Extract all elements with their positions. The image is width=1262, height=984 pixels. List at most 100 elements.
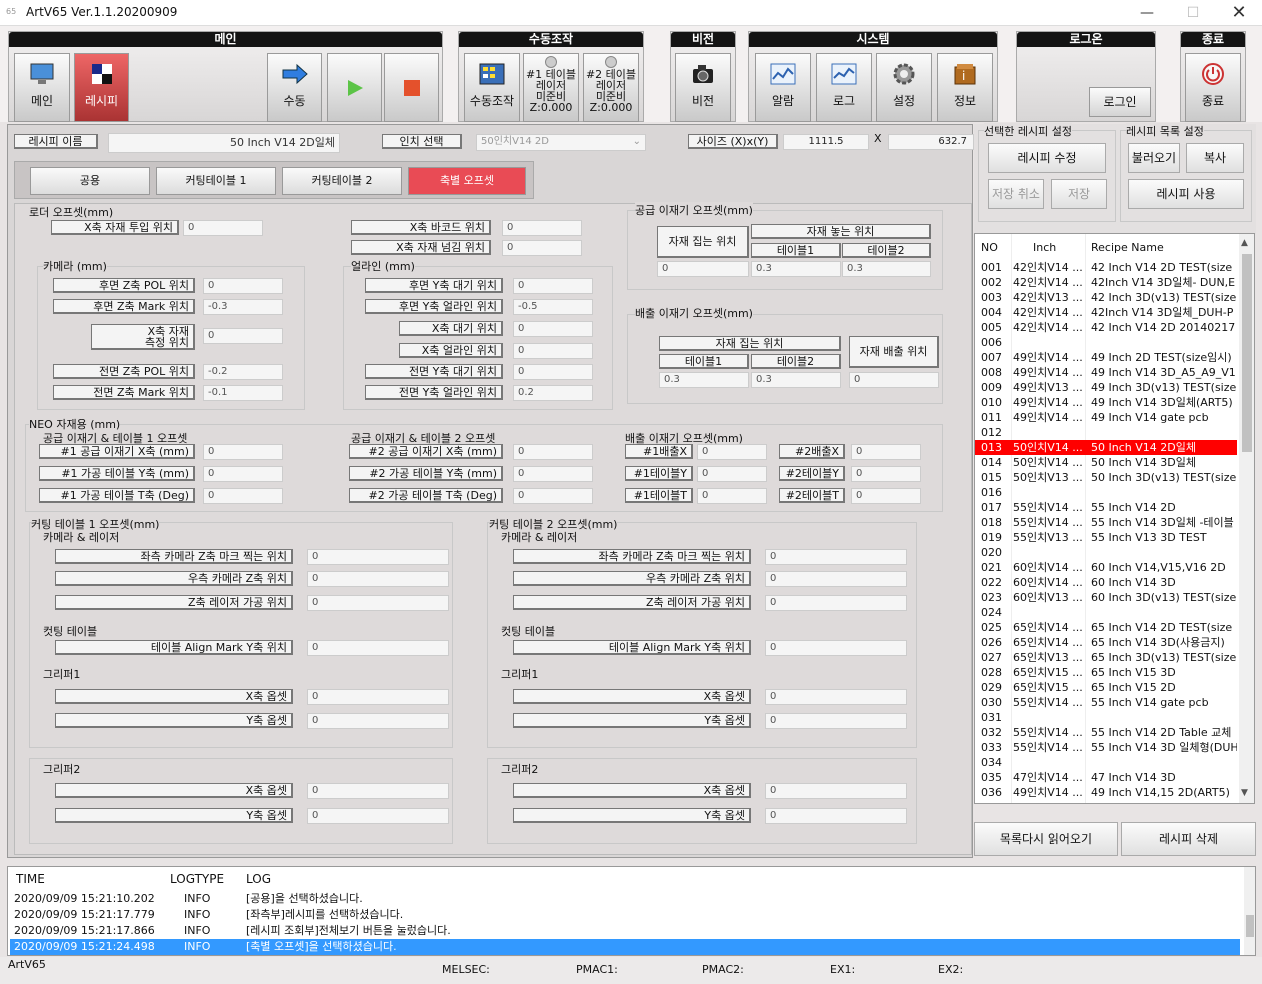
recipe-list-row[interactable]: 020	[975, 545, 1237, 560]
log-table[interactable]: TIME LOGTYPE LOG 2020/09/09 15:21:10.202…	[7, 866, 1256, 956]
recipe-list-row[interactable]: 009 49인치V13 ... 49 Inch 3D(v13) TEST(size	[975, 380, 1237, 395]
align-row-input[interactable]: 0	[513, 364, 593, 380]
ct-row-input[interactable]: 0	[307, 549, 449, 565]
recipe-list-row[interactable]: 021 60인치V14 ... 60 Inch V14,V15,V16 2D	[975, 560, 1237, 575]
recipe-list-row[interactable]: 026 65인치V14 ... 65 Inch V14 3D(사용금지)	[975, 635, 1237, 650]
recipe-list-row[interactable]: 001 42인치V14 ... 42 Inch V14 2D TEST(size	[975, 260, 1237, 275]
recipe-list-row[interactable]: 030 55인치V14 ... 55 Inch V14 gate pcb	[975, 695, 1237, 710]
main-button[interactable]: 메인	[14, 53, 70, 122]
recipe-list-row[interactable]: 023 60인치V13 ... 60 Inch 3D(v13) TEST(size	[975, 590, 1237, 605]
recipe-button[interactable]: 레시피	[74, 53, 129, 122]
recipe-list-row[interactable]: 012	[975, 425, 1237, 440]
ct-row-input[interactable]: 0	[765, 783, 907, 799]
save-button[interactable]: 저장	[1051, 179, 1107, 209]
neo-table2-input[interactable]: 0	[513, 488, 593, 504]
settings-button[interactable]: 설정	[876, 53, 932, 122]
ct-row-input[interactable]: 0	[307, 713, 449, 729]
recipe-list-row[interactable]: 024	[975, 605, 1237, 620]
align-row-input[interactable]: -0.5	[513, 299, 593, 315]
unload-table2-input[interactable]: 0.3	[751, 372, 841, 388]
recipe-list-row[interactable]: 027 65인치V13 ... 65 Inch 3D(v13) TEST(size	[975, 650, 1237, 665]
camera-row-input[interactable]: -0.2	[203, 364, 283, 380]
recipe-list-row[interactable]: 002 42인치V14 ... 42Inch V14 3D일체- DUN,E	[975, 275, 1237, 290]
ct-row-input[interactable]: 0	[765, 713, 907, 729]
table1-laser-status[interactable]: #1 테이블 레이저 미준비 Z:0.000	[523, 53, 579, 122]
recipe-list-row[interactable]: 013 50인치V14 ... 50 Inch V14 2D일체	[975, 440, 1237, 455]
x-pass-pos-input[interactable]: 0	[502, 240, 582, 256]
supply-table2-input[interactable]: 0.3	[842, 261, 931, 277]
close-button[interactable]: ✕	[1216, 0, 1262, 26]
neo-unload1-input[interactable]: 0	[697, 466, 767, 482]
maximize-button[interactable]: ☐	[1170, 0, 1216, 26]
recipe-name-input[interactable]: 50 Inch V14 2D일체	[108, 133, 340, 153]
recipe-list-row[interactable]: 015 50인치V13 ... 50 Inch 3D(v13) TEST(size	[975, 470, 1237, 485]
camera-row-input[interactable]: -0.1	[203, 385, 283, 401]
log-row[interactable]: 2020/09/09 15:21:17.779 INFO [좌측부]레시피를 선택하…	[10, 907, 1240, 923]
recipe-list-row[interactable]: 003 42인치V13 ... 42 Inch 3D(v13) TEST(size	[975, 290, 1237, 305]
tab-cutting-table-2[interactable]: 커팅테이블 2	[282, 167, 402, 195]
recipe-list[interactable]: NO Inch Recipe Name 001 42인치V14 ... 42 Inc…	[974, 233, 1255, 804]
neo-table1-input[interactable]: 0	[203, 466, 283, 482]
recipe-list-row[interactable]: 008 49인치V14 ... 49 Inch V14 3D_A5_A9_V1	[975, 365, 1237, 380]
neo-unload1-input[interactable]: 0	[697, 444, 767, 460]
neo-table1-input[interactable]: 0	[203, 444, 283, 460]
supply-pick-input[interactable]: 0	[657, 261, 749, 277]
recipe-list-row[interactable]: 004 42인치V14 ... 42Inch V14 3D일체_DUH-P	[975, 305, 1237, 320]
align-row-input[interactable]: 0.2	[513, 385, 593, 401]
ct-row-input[interactable]: 0	[307, 640, 449, 656]
delete-recipe-button[interactable]: 레시피 삭제	[1121, 822, 1256, 856]
ct-row-input[interactable]: 0	[765, 808, 907, 824]
ct-row-input[interactable]: 0	[307, 808, 449, 824]
recipe-list-row[interactable]: 028 65인치V15 ... 65 Inch V15 3D	[975, 665, 1237, 680]
ct-row-input[interactable]: 0	[765, 595, 907, 611]
vision-button[interactable]: 비전	[675, 53, 731, 122]
recipe-list-row[interactable]: 011 49인치V14 ... 49 Inch V14 gate pcb	[975, 410, 1237, 425]
login-button[interactable]: 로그인	[1089, 87, 1151, 117]
camera-row-input[interactable]: 0	[203, 278, 283, 294]
tab-common[interactable]: 공용	[30, 167, 150, 195]
tab-cutting-table-1[interactable]: 커팅테이블 1	[156, 167, 276, 195]
x-input-pos-input[interactable]: 0	[183, 220, 263, 236]
ct-row-input[interactable]: 0	[765, 549, 907, 565]
recipe-list-row[interactable]: 005 42인치V14 ... 42 Inch V14 2D 20140217	[975, 320, 1237, 335]
recipe-list-row[interactable]: 033 55인치V14 ... 55 Inch V14 3D 일체형(DUH	[975, 740, 1237, 755]
recipe-list-row[interactable]: 022 60인치V14 ... 60 Inch V14 3D	[975, 575, 1237, 590]
load-button[interactable]: 불러오기	[1128, 143, 1180, 173]
recipe-list-scrollbar[interactable]: ▲ ▼	[1239, 234, 1254, 803]
neo-table1-input[interactable]: 0	[203, 488, 283, 504]
manual-mode-button[interactable]: 수동	[267, 53, 322, 122]
ct-row-input[interactable]: 0	[765, 689, 907, 705]
camera-row-input[interactable]: -0.3	[203, 299, 283, 315]
camera-row-input[interactable]: 0	[203, 328, 283, 344]
neo-table2-input[interactable]: 0	[513, 444, 593, 460]
neo-unload2-input[interactable]: 0	[851, 488, 921, 504]
alarm-button[interactable]: 알람	[755, 53, 811, 122]
exit-button[interactable]: 종료	[1185, 53, 1241, 122]
ct-row-input[interactable]: 0	[307, 783, 449, 799]
recipe-list-row[interactable]: 016	[975, 485, 1237, 500]
log-row[interactable]: 2020/09/09 15:21:10.202 INFO [공용]을 선택하셨습니다…	[10, 891, 1240, 907]
neo-unload2-input[interactable]: 0	[851, 444, 921, 460]
recipe-list-row[interactable]: 031	[975, 710, 1237, 725]
manual-operation-button[interactable]: 수동조작	[464, 53, 520, 122]
recipe-list-row[interactable]: 014 50인치V14 ... 50 Inch V14 3D일체	[975, 455, 1237, 470]
recipe-list-row[interactable]: 035 47인치V14 ... 47 Inch V14 3D	[975, 770, 1237, 785]
minimize-button[interactable]: —	[1124, 0, 1170, 26]
align-row-input[interactable]: 0	[513, 343, 593, 359]
recipe-list-row[interactable]: 019 55인치V13 ... 55 Inch V13 3D TEST	[975, 530, 1237, 545]
inch-select-dropdown[interactable]: 50인치V14 2D ⌄	[476, 134, 646, 151]
neo-table2-input[interactable]: 0	[513, 466, 593, 482]
chevron-down-icon[interactable]: ▼	[1241, 788, 1248, 798]
recipe-list-row[interactable]: 017 55인치V14 ... 55 Inch V14 2D	[975, 500, 1237, 515]
table2-laser-status[interactable]: #2 테이블 레이저 미준비 Z:0.000	[583, 53, 639, 122]
recipe-list-row[interactable]: 010 49인치V14 ... 49 Inch V14 3D일체(ART5)	[975, 395, 1237, 410]
reload-list-button[interactable]: 목록다시 읽어오기	[974, 822, 1118, 856]
size-x-input[interactable]: 1111.5	[783, 134, 869, 150]
scrollbar-thumb[interactable]	[1242, 254, 1252, 452]
scrollbar-thumb[interactable]	[1246, 915, 1254, 937]
ct-row-input[interactable]: 0	[765, 640, 907, 656]
stop-button[interactable]	[384, 53, 439, 122]
unload-out-input[interactable]: 0	[849, 372, 939, 388]
ct-row-input[interactable]: 0	[765, 571, 907, 587]
align-row-input[interactable]: 0	[513, 278, 593, 294]
